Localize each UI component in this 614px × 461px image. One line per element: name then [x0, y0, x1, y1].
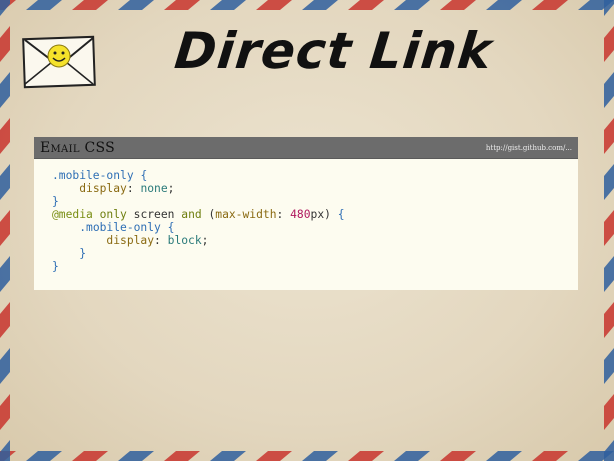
code-token: { — [337, 208, 345, 221]
code-token: only — [99, 208, 127, 221]
code-token: { — [140, 169, 148, 182]
code-token: : — [154, 234, 168, 247]
code-token: @media — [52, 208, 93, 221]
code-token: and — [181, 208, 202, 221]
code-block: .mobile-only { display: none;} @media onl… — [34, 159, 578, 290]
airmail-stripe-left — [0, 0, 10, 461]
envelope-smiley-icon — [22, 35, 96, 89]
code-token: { — [167, 221, 175, 234]
airmail-stripe-right — [604, 0, 614, 461]
code-line: } — [52, 195, 578, 208]
code-token: ; — [167, 182, 175, 195]
code-panel: Email CSS http://gist.github.com/... .mo… — [34, 137, 578, 290]
code-token: ; — [201, 234, 209, 247]
code-token: : — [126, 182, 141, 195]
page-title: Direct Link — [171, 22, 496, 80]
code-token: screen — [126, 208, 182, 221]
gist-link[interactable]: http://gist.github.com/... — [486, 144, 572, 152]
code-token: : — [276, 208, 291, 221]
code-token: display — [106, 234, 155, 247]
code-line: .mobile-only { — [52, 221, 578, 234]
code-token: } — [52, 195, 59, 208]
code-token: max-width — [215, 208, 277, 221]
code-line: display: none; — [52, 182, 578, 195]
code-token: none — [140, 182, 168, 195]
airmail-stripe-top — [0, 0, 614, 10]
code-line: .mobile-only { — [52, 169, 578, 182]
code-token: ( — [201, 208, 216, 221]
code-token: } — [79, 247, 87, 260]
code-token: px) — [310, 208, 338, 221]
code-line: } — [52, 260, 578, 273]
code-line: display: block; — [52, 234, 578, 247]
code-panel-title: Email CSS — [40, 139, 116, 156]
code-token: .mobile-only — [79, 221, 161, 234]
code-line: } — [52, 247, 578, 260]
code-line: @media only screen and (max-width: 480px… — [52, 208, 578, 221]
code-token: .mobile-only — [52, 169, 134, 182]
code-token: } — [52, 260, 59, 273]
code-panel-header: Email CSS http://gist.github.com/... — [34, 137, 578, 159]
code-token: 480 — [290, 208, 311, 221]
airmail-stripe-bottom — [0, 451, 614, 461]
code-token: display — [79, 182, 127, 195]
code-token: block — [167, 234, 202, 247]
